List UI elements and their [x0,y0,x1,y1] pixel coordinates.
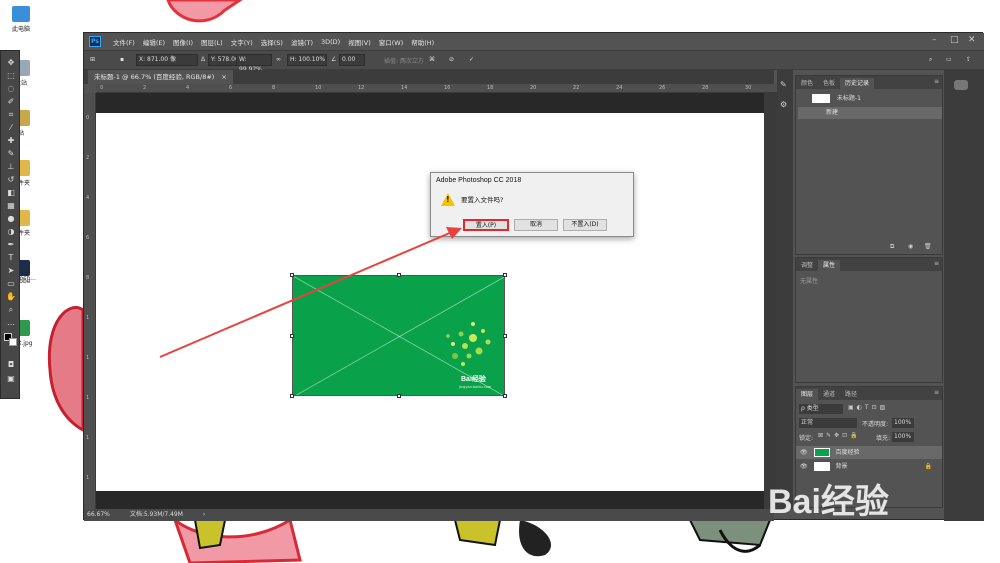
baidu-watermark: Bai经验 jingyan.baidu.com [768,470,993,560]
watermark-url: jingyan.baidu.com [852,520,957,535]
watermark-brand: Bai经验 [768,483,889,521]
